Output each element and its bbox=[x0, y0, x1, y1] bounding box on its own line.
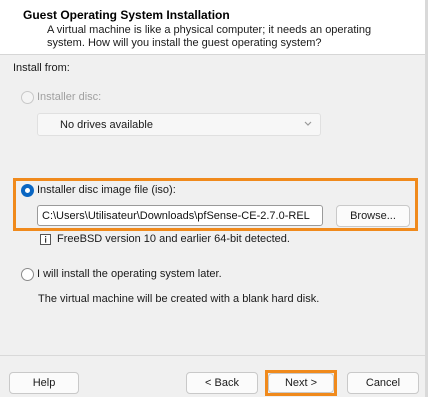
info-icon bbox=[40, 234, 51, 245]
chevron-down-icon bbox=[304, 121, 312, 126]
wizard-header: Guest Operating System Installation A vi… bbox=[0, 0, 428, 55]
detection-text: FreeBSD version 10 and earlier 64-bit de… bbox=[57, 233, 290, 245]
iso-radio[interactable] bbox=[21, 184, 34, 197]
install-later-description: The virtual machine will be created with… bbox=[38, 293, 320, 305]
header-title: Guest Operating System Installation bbox=[23, 8, 230, 22]
header-description: A virtual machine is like a physical com… bbox=[47, 24, 372, 49]
installer-disc-radio[interactable] bbox=[21, 91, 34, 104]
browse-button[interactable]: Browse... bbox=[336, 205, 410, 227]
install-from-label: Install from: bbox=[13, 62, 70, 74]
iso-label: Installer disc image file (iso): bbox=[37, 184, 176, 196]
installer-disc-dropdown[interactable]: No drives available bbox=[37, 113, 321, 136]
cancel-button[interactable]: Cancel bbox=[347, 372, 419, 394]
iso-path-value: C:\Users\Utilisateur\Downloads\pfSense-C… bbox=[42, 210, 310, 222]
help-button[interactable]: Help bbox=[9, 372, 79, 394]
back-button[interactable]: < Back bbox=[186, 372, 258, 394]
install-later-radio[interactable] bbox=[21, 268, 34, 281]
installer-disc-label: Installer disc: bbox=[37, 91, 102, 103]
dropdown-value: No drives available bbox=[60, 119, 153, 131]
next-button[interactable]: Next > bbox=[268, 373, 334, 393]
install-later-label: I will install the operating system late… bbox=[37, 268, 222, 280]
iso-path-input[interactable]: C:\Users\Utilisateur\Downloads\pfSense-C… bbox=[37, 205, 323, 226]
footer-separator bbox=[0, 355, 428, 356]
